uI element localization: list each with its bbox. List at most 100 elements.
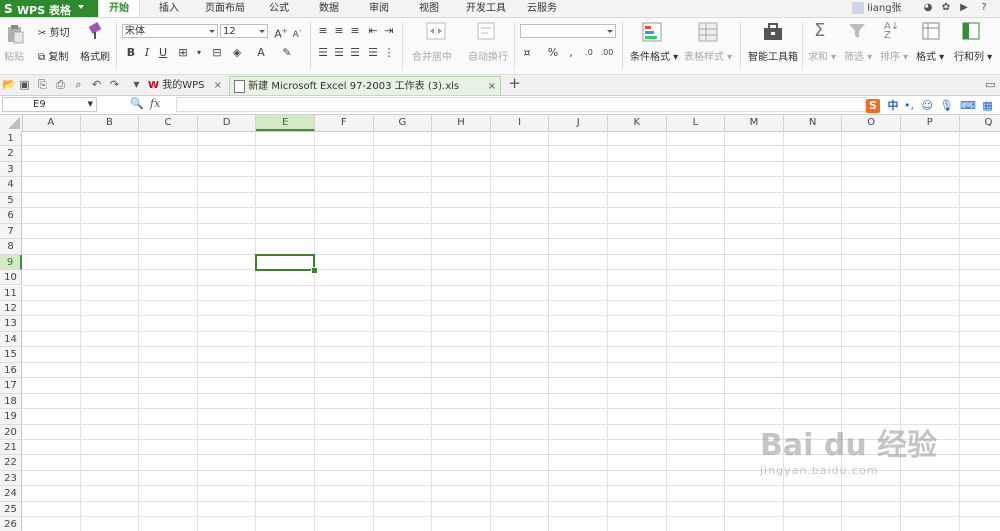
rows-cols-button[interactable]: 行和列 ▾: [954, 48, 992, 63]
increase-font-icon[interactable]: A+: [274, 24, 288, 41]
indent-decrease-icon[interactable]: ⇤: [366, 24, 380, 38]
table-style-button[interactable]: 表格样式 ▾: [684, 48, 732, 63]
sum-button[interactable]: 求和 ▾: [808, 48, 836, 63]
decrease-decimal-icon[interactable]: .00: [600, 46, 614, 60]
open-folder-icon[interactable]: 📂: [2, 78, 16, 91]
row-header-23[interactable]: 23: [0, 470, 22, 487]
conditional-format-button[interactable]: 条件格式 ▾: [630, 48, 678, 63]
rows-cols-icon[interactable]: [962, 22, 980, 40]
font-size-select[interactable]: 12: [220, 24, 268, 38]
settings-icon[interactable]: ✿: [940, 2, 952, 14]
column-header-f[interactable]: F: [315, 115, 374, 131]
row-header-25[interactable]: 25: [0, 501, 22, 518]
increase-decimal-icon[interactable]: .0: [582, 46, 596, 60]
format-button[interactable]: 格式 ▾: [916, 48, 944, 63]
filter-button[interactable]: 筛选 ▾: [844, 48, 872, 63]
zoom-search-icon[interactable]: 🔍: [130, 97, 144, 110]
customize-dropdown-icon[interactable]: ▼: [130, 78, 143, 91]
row-header-4[interactable]: 4: [0, 177, 22, 193]
paste-icon[interactable]: [6, 24, 24, 44]
align-top-icon[interactable]: ≡: [316, 24, 330, 38]
column-header-a[interactable]: A: [22, 115, 81, 131]
row-header-24[interactable]: 24: [0, 486, 22, 502]
column-header-g[interactable]: G: [374, 115, 433, 131]
close-icon[interactable]: ×: [214, 80, 222, 91]
row-header-10[interactable]: 10: [0, 270, 22, 286]
format-icon[interactable]: [922, 22, 940, 40]
wrap-text-icon[interactable]: [476, 22, 496, 40]
row-header-16[interactable]: 16: [0, 362, 22, 379]
merge-center-icon[interactable]: [426, 22, 446, 40]
row-header-20[interactable]: 20: [0, 424, 22, 440]
row-header-22[interactable]: 22: [0, 455, 22, 471]
redo-icon[interactable]: ↷: [108, 78, 121, 91]
save-icon[interactable]: ▣: [18, 78, 31, 91]
microphone-icon[interactable]: 🎙: [939, 99, 953, 112]
column-header-h[interactable]: H: [432, 115, 491, 131]
row-header-2[interactable]: 2: [0, 146, 22, 162]
row-header-5[interactable]: 5: [0, 192, 22, 209]
window-list-icon[interactable]: ▭: [984, 78, 997, 91]
tab-developer[interactable]: 开发工具: [460, 0, 512, 17]
tab-view[interactable]: 视图: [412, 0, 446, 17]
toolbox-icon[interactable]: [762, 22, 784, 42]
row-header-13[interactable]: 13: [0, 316, 22, 332]
user-account[interactable]: liang张: [852, 0, 902, 17]
filter-icon[interactable]: [848, 22, 866, 40]
column-header-p[interactable]: P: [901, 115, 960, 131]
row-header-1[interactable]: 1: [0, 131, 22, 147]
help-icon[interactable]: ?: [978, 2, 990, 14]
currency-icon[interactable]: ¤: [520, 46, 534, 60]
row-header-6[interactable]: 6: [0, 208, 22, 224]
align-middle-icon[interactable]: ≡: [332, 24, 346, 38]
column-header-o[interactable]: O: [842, 115, 901, 131]
fill-handle[interactable]: [311, 267, 318, 275]
wrap-text-button[interactable]: 自动换行: [468, 48, 508, 63]
skin-icon[interactable]: ◕: [922, 2, 934, 14]
row-header-18[interactable]: 18: [0, 393, 22, 410]
row-header-3[interactable]: 3: [0, 161, 22, 178]
align-left-icon[interactable]: ☰: [316, 46, 330, 60]
column-header-c[interactable]: C: [139, 115, 198, 131]
formula-input[interactable]: [176, 97, 866, 112]
name-box[interactable]: E9 ▼: [2, 97, 97, 112]
format-painter-icon[interactable]: [86, 22, 104, 40]
column-header-d[interactable]: D: [198, 115, 257, 131]
tab-cloud[interactable]: 云服务: [520, 0, 564, 17]
column-header-k[interactable]: K: [608, 115, 667, 131]
column-header-i[interactable]: I: [491, 115, 550, 131]
row-header-26[interactable]: 26: [0, 517, 22, 531]
row-header-8[interactable]: 8: [0, 239, 22, 255]
clear-format-icon[interactable]: ✎: [280, 46, 294, 60]
justify-icon[interactable]: ☰: [366, 46, 380, 60]
print-icon[interactable]: ⎙: [54, 78, 67, 91]
decrease-font-icon[interactable]: A-: [290, 24, 304, 40]
row-header-11[interactable]: 11: [0, 285, 22, 301]
tab-insert[interactable]: 插入: [150, 0, 188, 17]
table-style-icon[interactable]: [698, 22, 718, 42]
print-preview-icon[interactable]: ⌕: [72, 78, 85, 91]
column-header-q[interactable]: Q: [960, 115, 1000, 131]
percent-button[interactable]: %: [546, 46, 560, 60]
merge-center-button[interactable]: 合并居中: [412, 48, 452, 63]
row-header-15[interactable]: 15: [0, 347, 22, 363]
merge-border-icon[interactable]: ⊟: [210, 46, 224, 60]
column-header-l[interactable]: L: [667, 115, 726, 131]
sort-icon[interactable]: A↓ Z: [884, 22, 899, 41]
share-icon[interactable]: ▶: [958, 2, 970, 14]
border-dropdown-icon[interactable]: ▾: [192, 46, 206, 60]
column-header-m[interactable]: M: [725, 115, 784, 131]
number-format-select[interactable]: [520, 24, 616, 38]
row-header-19[interactable]: 19: [0, 409, 22, 425]
tab-home[interactable]: 开始: [98, 0, 140, 17]
export-icon[interactable]: ⎘: [36, 78, 49, 91]
column-header-j[interactable]: J: [549, 115, 608, 131]
insert-function-button[interactable]: fx: [150, 97, 160, 110]
row-header-12[interactable]: 12: [0, 300, 22, 317]
row-header-9[interactable]: 9: [0, 254, 22, 271]
undo-icon[interactable]: ↶: [90, 78, 103, 91]
tab-my-wps[interactable]: W 我的WPS ×: [148, 77, 228, 94]
italic-button[interactable]: I: [140, 46, 154, 60]
sogou-logo-icon[interactable]: S: [866, 99, 880, 113]
ime-grid-icon[interactable]: ▦: [982, 99, 992, 112]
